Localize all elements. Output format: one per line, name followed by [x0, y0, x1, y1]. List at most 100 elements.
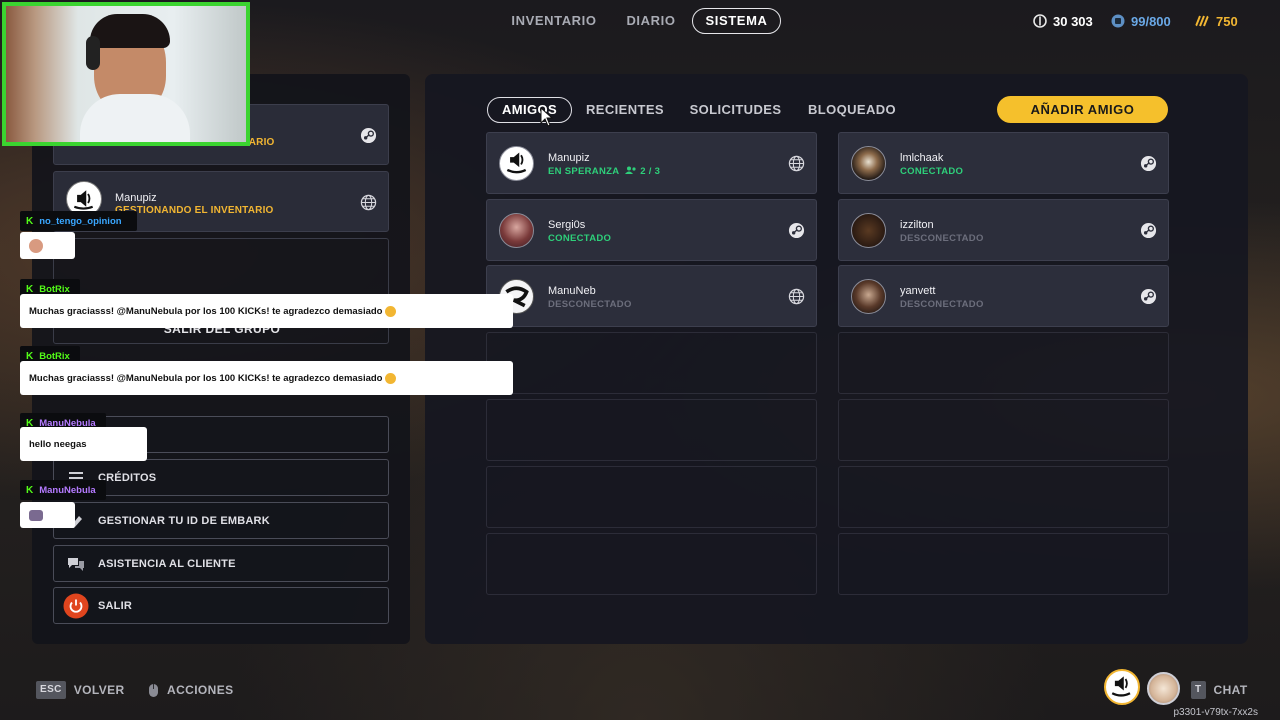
chat-label: CHAT — [1213, 683, 1248, 697]
tab-solicitudes[interactable]: SOLICITUDES — [688, 97, 783, 123]
kick-logo-icon: K — [26, 484, 34, 496]
friend-card[interactable]: ManuNeb DESCONECTADO — [486, 265, 817, 327]
friend-status: DESCONECTADO — [900, 233, 984, 244]
friend-slot-empty — [838, 399, 1169, 461]
currency-tickets: 750 — [1194, 12, 1238, 30]
friend-status: DESCONECTADO — [548, 299, 632, 310]
friend-slot-empty — [838, 466, 1169, 528]
friend-slot-empty — [838, 533, 1169, 595]
currency-storage: 99/800 — [1111, 12, 1171, 30]
webcam-overlay — [2, 2, 250, 146]
friend-name: yanvett — [900, 285, 936, 297]
chat-action[interactable]: T CHAT — [1191, 681, 1248, 699]
friend-card[interactable]: izzilton DESCONECTADO — [838, 199, 1169, 261]
exit-button[interactable]: SALIR — [53, 587, 389, 624]
chat-bubbles-icon — [54, 556, 98, 572]
emote-icon — [385, 372, 397, 384]
globe-icon — [360, 194, 377, 211]
party-member-name: Manupiz — [115, 192, 157, 204]
friend-status: EN SPERANZA 2 / 3 — [548, 166, 661, 177]
chat-message-body — [20, 232, 75, 259]
tab-recientes[interactable]: RECIENTES — [584, 97, 666, 123]
add-friend-button[interactable]: AÑADIR AMIGO — [997, 96, 1168, 123]
coin-icon — [1033, 14, 1047, 28]
exit-label: SALIR — [98, 599, 132, 612]
friend-name: ManuNeb — [548, 285, 596, 297]
chat-message-header: K ManuNebula — [20, 480, 106, 500]
kick-logo-icon: K — [26, 350, 34, 362]
friend-status: CONECTADO — [548, 233, 612, 244]
tab-amigos[interactable]: AMIGOS — [487, 97, 572, 123]
tab-inventario[interactable]: INVENTARIO — [506, 8, 602, 34]
friend-slot-empty — [486, 332, 817, 394]
headphones-icon — [86, 36, 100, 70]
t-key: T — [1191, 681, 1206, 699]
esc-key: ESC — [36, 681, 66, 699]
power-icon — [54, 593, 98, 619]
back-action[interactable]: ESC VOLVER — [36, 681, 125, 699]
credits-label: CRÉDITOS — [98, 471, 157, 484]
friend-avatar[interactable] — [1147, 672, 1180, 705]
mouse-cursor-icon — [540, 107, 554, 127]
player-avatar[interactable] — [1104, 669, 1140, 705]
chat-message-header: Kno_tengo_opinion — [20, 211, 137, 231]
chat-message-body: Muchas graciasss! @ManuNebula por los 10… — [20, 294, 513, 328]
steam-icon — [360, 127, 377, 144]
friend-slot-empty — [486, 533, 817, 595]
globe-icon — [788, 288, 805, 305]
avatar — [851, 146, 886, 181]
avatar — [851, 279, 886, 314]
friend-card[interactable]: lmlchaak CONECTADO — [838, 132, 1169, 194]
friend-card[interactable]: Sergi0s CONECTADO — [486, 199, 817, 261]
currency-coins: 30 303 — [1033, 12, 1093, 30]
tab-bloqueado[interactable]: BLOQUEADO — [806, 97, 898, 123]
emote-icon — [29, 238, 43, 253]
avatar — [499, 213, 534, 248]
tab-sistema[interactable]: SISTEMA — [692, 8, 781, 34]
friend-card[interactable]: Manupiz EN SPERANZA 2 / 3 — [486, 132, 817, 194]
party-icon — [625, 166, 636, 174]
friend-name: izzilton — [900, 219, 934, 231]
tickets-icon — [1195, 15, 1209, 27]
tab-diario[interactable]: DIARIO — [618, 8, 684, 34]
friend-slot-empty — [486, 466, 817, 528]
tickets-value: 750 — [1216, 13, 1238, 29]
embark-id-label: GESTIONAR TU ID DE EMBARK — [98, 514, 270, 527]
actions-label: ACCIONES — [167, 683, 234, 697]
avatar — [499, 146, 534, 181]
chat-message-body: Muchas graciasss! @ManuNebula por los 10… — [20, 361, 513, 395]
kick-logo-icon: K — [26, 283, 34, 295]
friend-name: lmlchaak — [900, 152, 944, 164]
customer-support-label: ASISTENCIA AL CLIENTE — [98, 557, 236, 570]
storage-icon — [1111, 14, 1125, 28]
emote-icon — [385, 305, 397, 317]
friend-name: Sergi0s — [548, 219, 586, 231]
coins-value: 30 303 — [1053, 13, 1093, 29]
steam-icon — [788, 222, 805, 239]
friend-slot-empty — [838, 332, 1169, 394]
customer-support-button[interactable]: ASISTENCIA AL CLIENTE — [53, 545, 389, 582]
speaker-icon — [506, 152, 527, 174]
friend-name: Manupiz — [548, 152, 590, 164]
avatar — [851, 213, 886, 248]
steam-icon — [1140, 155, 1157, 172]
embark-id-button[interactable]: GESTIONAR TU ID DE EMBARK — [53, 502, 389, 539]
mouse-icon — [149, 683, 158, 697]
steam-icon — [1140, 288, 1157, 305]
chat-message-body — [20, 502, 75, 528]
friend-card[interactable]: yanvett DESCONECTADO — [838, 265, 1169, 327]
chat-message-body: hello neegas — [20, 427, 147, 461]
globe-icon — [788, 155, 805, 172]
actions-action[interactable]: ACCIONES — [148, 681, 234, 699]
version-string: p3301-v79tx-7xx2s — [1173, 707, 1259, 718]
steam-icon — [1140, 222, 1157, 239]
party-empty-slot: SALIR DEL GRUPO — [53, 238, 389, 344]
kick-logo-icon: K — [26, 215, 34, 227]
storage-value: 99/800 — [1131, 13, 1171, 29]
friend-status: CONECTADO — [900, 166, 964, 177]
emote-icon — [29, 509, 43, 521]
back-label: VOLVER — [73, 683, 125, 697]
friend-status: DESCONECTADO — [900, 299, 984, 310]
speaker-icon — [1111, 676, 1131, 697]
party-member-status: GESTIONANDO EL INVENTARIO — [115, 205, 274, 216]
